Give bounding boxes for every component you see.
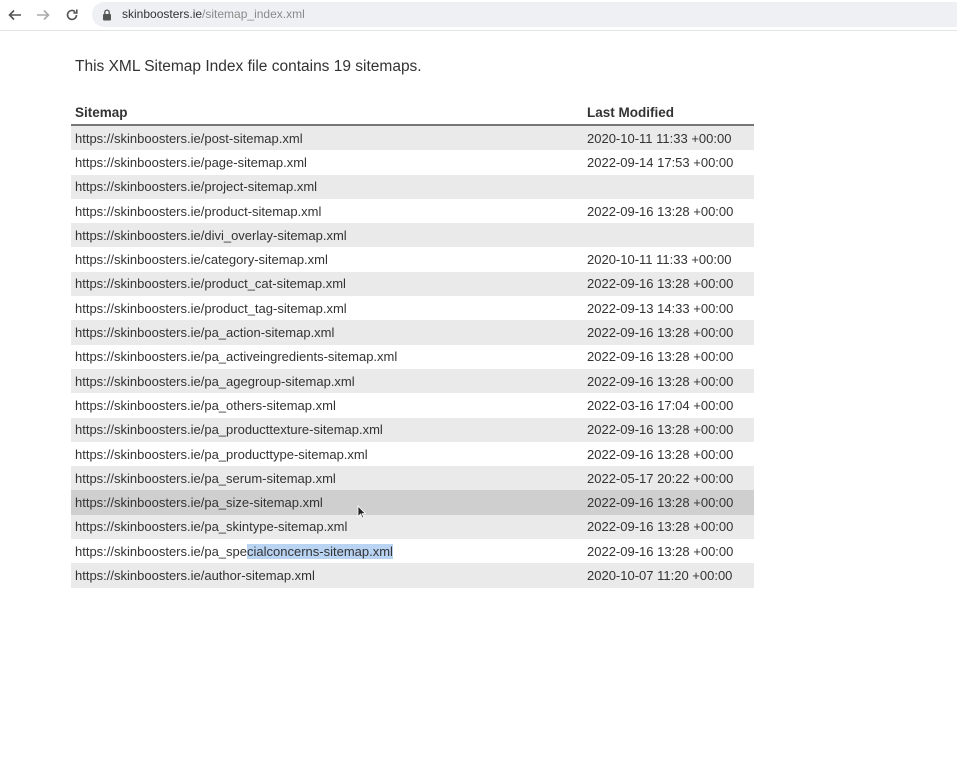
last-modified-cell: 2022-09-13 14:33 +00:00 (583, 296, 754, 321)
sitemap-link-text: https://skinboosters.ie/pa_spe (75, 543, 247, 559)
last-modified-cell: 2022-09-16 13:28 +00:00 (583, 344, 754, 369)
table-row-hovered: https://skinboosters.ie/pa_size-sitemap.… (71, 490, 754, 515)
sitemap-link[interactable]: https://skinboosters.ie/project-sitemap.… (71, 174, 583, 199)
table-row: https://skinboosters.ie/pa_activeingredi… (71, 344, 754, 369)
table-row: https://skinboosters.ie/pa_specialconcer… (71, 539, 754, 564)
sitemap-link[interactable]: https://skinboosters.ie/pa_size-sitemap.… (71, 490, 583, 515)
sitemap-link[interactable]: https://skinboosters.ie/pa_agegroup-site… (71, 368, 583, 394)
last-modified-cell: 2022-09-16 13:28 +00:00 (583, 320, 754, 345)
sitemap-link[interactable]: https://skinboosters.ie/author-sitemap.x… (71, 563, 583, 588)
last-modified-cell: 2022-09-16 13:28 +00:00 (583, 514, 754, 540)
table-row: https://skinboosters.ie/project-sitemap.… (71, 174, 754, 199)
back-arrow-icon[interactable] (5, 5, 25, 25)
table-header-row: Sitemap Last Modified (71, 101, 754, 126)
mouse-cursor-icon (357, 505, 367, 524)
sitemap-link[interactable]: https://skinboosters.ie/post-sitemap.xml (71, 125, 583, 151)
sitemap-link[interactable]: https://skinboosters.ie/divi_overlay-sit… (71, 223, 583, 248)
reload-icon[interactable] (62, 5, 82, 25)
address-bar[interactable]: skinboosters.ie/sitemap_index.xml (92, 2, 957, 27)
sitemap-link[interactable]: https://skinboosters.ie/product_tag-site… (71, 296, 583, 321)
sitemap-link[interactable]: https://skinboosters.ie/pa_producttextur… (71, 417, 583, 442)
last-modified-cell: 2020-10-11 11:33 +00:00 (583, 125, 754, 151)
last-modified-cell (583, 174, 754, 199)
sitemap-link[interactable]: https://skinboosters.ie/pa_skintype-site… (71, 514, 583, 540)
sitemap-link[interactable]: https://skinboosters.ie/pa_producttype-s… (71, 441, 583, 467)
last-modified-cell: 2022-09-16 13:28 +00:00 (583, 368, 754, 394)
sitemap-link[interactable]: https://skinboosters.ie/page-sitemap.xml (71, 150, 583, 175)
last-modified-cell: 2022-09-16 13:28 +00:00 (583, 417, 754, 442)
table-row: https://skinboosters.ie/category-sitemap… (71, 247, 754, 272)
last-modified-cell: 2020-10-11 11:33 +00:00 (583, 247, 754, 272)
last-modified-cell (583, 223, 754, 248)
table-row: https://skinboosters.ie/pa_serum-sitemap… (71, 466, 754, 491)
last-modified-cell: 2022-09-14 17:53 +00:00 (583, 150, 754, 175)
table-row: https://skinboosters.ie/pa_agegroup-site… (71, 368, 754, 394)
sitemap-link[interactable]: https://skinboosters.ie/product-sitemap.… (71, 198, 583, 224)
url-text[interactable]: skinboosters.ie/sitemap_index.xml (122, 7, 305, 21)
sitemap-table: Sitemap Last Modified https://skinbooste… (71, 101, 754, 588)
sitemap-link[interactable]: https://skinboosters.ie/category-sitemap… (71, 247, 583, 272)
table-row: https://skinboosters.ie/pa_action-sitema… (71, 320, 754, 345)
last-modified-cell: 2020-10-07 11:20 +00:00 (583, 563, 754, 588)
table-row: https://skinboosters.ie/pa_producttextur… (71, 417, 754, 442)
table-row: https://skinboosters.ie/product_cat-site… (71, 271, 754, 297)
table-row: https://skinboosters.ie/pa_producttype-s… (71, 441, 754, 467)
last-modified-cell: 2022-03-16 17:04 +00:00 (583, 393, 754, 418)
sitemap-link[interactable]: https://skinboosters.ie/pa_activeingredi… (71, 344, 583, 369)
table-row: https://skinboosters.ie/pa_others-sitema… (71, 393, 754, 418)
table-row: https://skinboosters.ie/page-sitemap.xml… (71, 150, 754, 175)
browser-toolbar: skinboosters.ie/sitemap_index.xml (0, 0, 957, 31)
last-modified-cell: 2022-09-16 13:28 +00:00 (583, 271, 754, 297)
sitemap-link[interactable]: https://skinboosters.ie/pa_serum-sitemap… (71, 466, 583, 491)
sitemap-link[interactable]: https://skinboosters.ie/pa_others-sitema… (71, 393, 583, 418)
last-modified-cell: 2022-09-16 13:28 +00:00 (583, 539, 754, 564)
table-row: https://skinboosters.ie/product-sitemap.… (71, 198, 754, 224)
sitemap-link[interactable]: https://skinboosters.ie/product_cat-site… (71, 271, 583, 297)
last-modified-cell: 2022-09-16 13:28 +00:00 (583, 490, 754, 515)
sitemap-link[interactable]: https://skinboosters.ie/pa_action-sitema… (71, 320, 583, 345)
selected-text: cialconcerns-sitemap.xml (247, 543, 393, 559)
lock-icon[interactable] (102, 8, 112, 26)
table-row: https://skinboosters.ie/product_tag-site… (71, 296, 754, 321)
table-row: https://skinboosters.ie/author-sitemap.x… (71, 563, 754, 588)
table-row: https://skinboosters.ie/pa_skintype-site… (71, 514, 754, 540)
forward-arrow-icon[interactable] (33, 5, 53, 25)
url-host: skinboosters.ie (122, 7, 203, 21)
sitemap-intro-text: This XML Sitemap Index file contains 19 … (75, 58, 422, 75)
last-modified-cell: 2022-05-17 20:22 +00:00 (583, 466, 754, 491)
url-path: /sitemap_index.xml (202, 7, 305, 21)
sitemap-link[interactable]: https://skinboosters.ie/pa_specialconcer… (71, 539, 583, 564)
last-modified-cell: 2022-09-16 13:28 +00:00 (583, 198, 754, 224)
column-header-sitemap: Sitemap (71, 101, 583, 126)
column-header-last-modified: Last Modified (583, 101, 754, 126)
last-modified-cell: 2022-09-16 13:28 +00:00 (583, 441, 754, 467)
table-row: https://skinboosters.ie/divi_overlay-sit… (71, 223, 754, 248)
table-row: https://skinboosters.ie/post-sitemap.xml… (71, 125, 754, 151)
